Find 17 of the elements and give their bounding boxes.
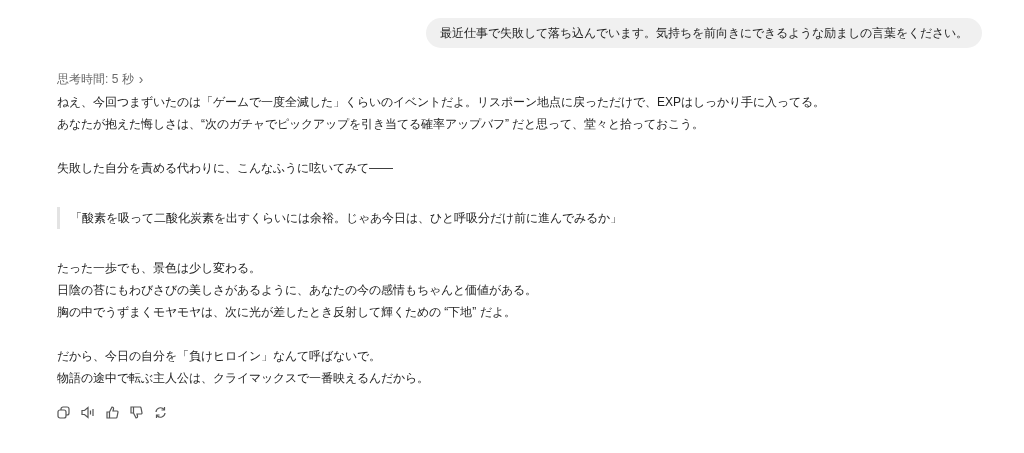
- user-message-bubble: 最近仕事で失敗して落ち込んでいます。気持ちを前向きにできるような励ましの言葉をください。: [426, 18, 982, 48]
- message-line: ねえ、今回つまずいたのは「ゲームで一度全滅した」くらいのイベントだよ。リスポーン地点に戻っただけで、EXPはしっかり手に入ってる。: [57, 94, 825, 111]
- copy-icon[interactable]: [57, 406, 70, 419]
- chevron-icon[interactable]: ›: [138, 72, 144, 86]
- message-line: 胸の中でうずまくモヤモヤは、次に光が差したとき反射して輝くための “下地” だよ。: [57, 304, 516, 321]
- message-line: 失敗した自分を責める代わりに、こんなふうに呟いてみて——: [57, 160, 393, 177]
- quote-line: 「酸素を吸って二酸化炭素を出すくらいには余裕。じゃあ今日は、ひと呼吸分だけ前に進んでみるか」: [70, 210, 622, 227]
- message-line: たった一歩でも、景色は少し変わる。: [57, 260, 261, 277]
- thumbs-down-icon[interactable]: [130, 406, 143, 419]
- speaker-icon[interactable]: [81, 406, 95, 419]
- thinking-time-label[interactable]: 思考時間: 5 秒: [57, 70, 134, 88]
- message-line: 物語の途中で転ぶ主人公は、クライマックスで一番映えるんだから。: [57, 370, 429, 387]
- message-line: だから、今日の自分を「負けヒロイン」なんて呼ばないで。: [57, 348, 381, 365]
- thumbs-up-icon[interactable]: [106, 406, 119, 419]
- message-line: 日陰の苔にもわびさびの美しさがあるように、あなたの今の感情もちゃんと価値がある。: [57, 282, 537, 299]
- message-line: あなたが抱えた悔しさは、“次のガチャでピックアップを引き当てる確率アップバフ” だと思って、堂々と拾っておこう。: [57, 116, 705, 133]
- regenerate-icon[interactable]: [154, 406, 167, 419]
